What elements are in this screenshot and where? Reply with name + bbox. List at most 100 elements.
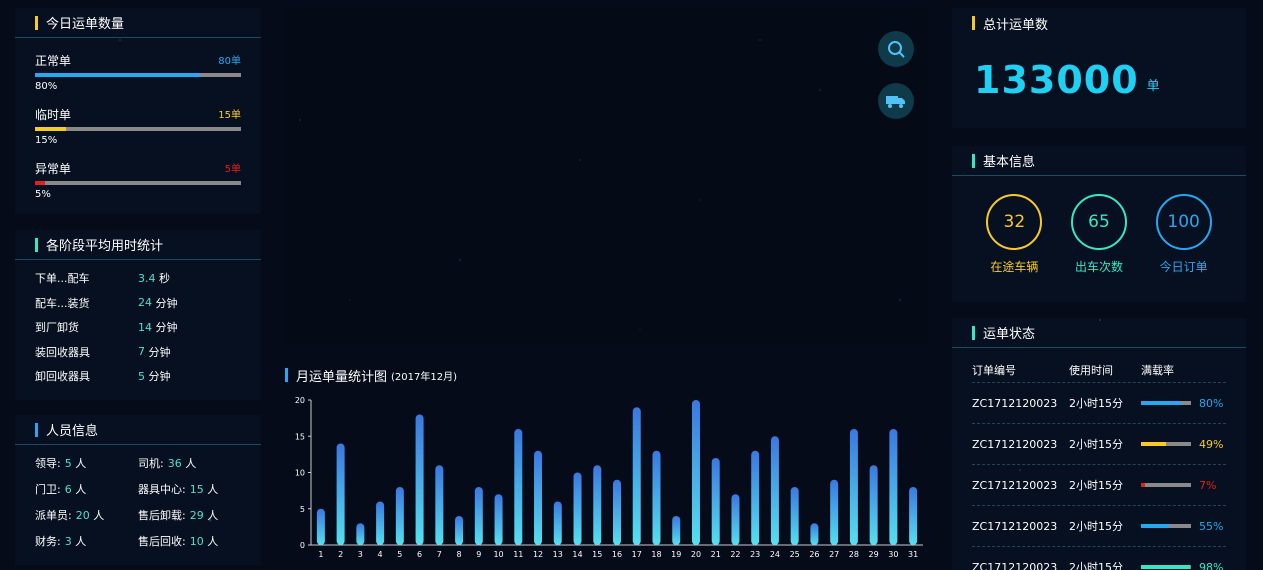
status-row[interactable]: ZC1712120023 2小时15分 98% <box>972 547 1226 570</box>
load-rate-fill <box>1141 565 1190 569</box>
bar[interactable] <box>455 516 464 545</box>
stage-unit: 分钟 <box>145 370 171 384</box>
bar[interactable] <box>376 501 385 546</box>
bar[interactable] <box>889 429 898 545</box>
bar[interactable] <box>316 508 325 545</box>
bar[interactable] <box>494 494 503 545</box>
bar[interactable] <box>632 407 641 545</box>
order-type-name: 正常单 <box>35 54 72 68</box>
people-role: 领导: <box>35 457 61 470</box>
load-rate-track <box>1141 483 1191 487</box>
bar[interactable] <box>652 450 661 545</box>
map-area[interactable] <box>283 8 928 344</box>
vehicle-button[interactable] <box>878 83 914 119</box>
status-row[interactable]: ZC1712120023 2小时15分 55% <box>972 506 1226 547</box>
load-rate-fill <box>1141 524 1169 528</box>
y-tick-label: 10 <box>295 469 305 478</box>
chart-subtitle: (2017年12月) <box>391 371 457 383</box>
order-type-percent: 5% <box>35 189 51 200</box>
status-row[interactable]: ZC1712120023 2小时15分 49% <box>972 424 1226 465</box>
basic-info-panel: 基本信息 32 在途车辆 65 出车次数 100 今日订单 <box>952 146 1246 302</box>
x-tick-label: 19 <box>671 550 681 559</box>
stage-time-title: 各阶段平均用时统计 <box>15 230 261 260</box>
x-tick-label: 24 <box>770 550 780 559</box>
x-tick-label: 25 <box>790 550 800 559</box>
people-role: 司机: <box>138 457 164 470</box>
order-id: ZC1712120023 <box>972 519 1058 533</box>
x-tick-label: 12 <box>533 550 543 559</box>
load-rate-cell: 98% <box>1141 561 1223 570</box>
people-unit: 人 <box>203 535 219 548</box>
bar[interactable] <box>869 465 878 545</box>
stage-unit: 分钟 <box>145 345 171 359</box>
bar[interactable] <box>691 400 700 545</box>
total-orders-unit: 单 <box>1146 79 1160 94</box>
progress-track <box>35 181 241 185</box>
status-row[interactable]: ZC1712120023 2小时15分 7% <box>972 465 1226 506</box>
x-tick-label: 9 <box>476 550 481 559</box>
bar[interactable] <box>514 429 523 545</box>
people-panel: 人员信息 领导: 5 人司机: 36 人门卫: 6 人器具中心: 15 人派单员: 20 … <box>15 415 261 565</box>
order-type-percent: 80% <box>35 81 58 92</box>
bar[interactable] <box>613 479 621 545</box>
bar[interactable] <box>810 523 819 545</box>
bar[interactable] <box>593 465 602 545</box>
load-rate-cell: 80% <box>1141 397 1223 410</box>
bar[interactable] <box>830 479 839 545</box>
bar[interactable] <box>731 494 740 545</box>
y-tick-label: 20 <box>295 396 305 405</box>
bar[interactable] <box>474 487 483 545</box>
people-item: 派单员: 20 人 <box>35 507 138 523</box>
people-count: 3 <box>64 535 72 548</box>
stage-name: 卸回收器具 <box>35 370 90 384</box>
order-id: ZC1712120023 <box>972 396 1058 410</box>
bar[interactable] <box>356 523 365 545</box>
total-orders-panel: 总计运单数 133000 单 <box>952 8 1246 128</box>
people-item: 领导: 5 人 <box>35 455 138 471</box>
load-rate-cell: 49% <box>1141 438 1223 451</box>
bar[interactable] <box>672 516 681 545</box>
load-rate-fill <box>1141 483 1145 487</box>
bar[interactable] <box>790 487 799 545</box>
x-tick-label: 10 <box>493 550 503 559</box>
people-item: 售后回收: 10 人 <box>138 533 241 549</box>
x-tick-label: 7 <box>437 550 442 559</box>
stage-row: 下单...配车 3.4 秒 <box>15 266 261 291</box>
header-order-id: 订单编号 <box>972 363 1016 377</box>
x-tick-label: 20 <box>691 550 701 559</box>
bar[interactable] <box>435 465 444 545</box>
people-role: 器具中心: <box>138 483 186 496</box>
stage-name: 下单...配车 <box>35 272 90 286</box>
search-button[interactable] <box>878 31 914 67</box>
x-tick-label: 31 <box>908 550 918 559</box>
stat-ring: 65 出车次数 <box>1070 194 1127 275</box>
x-tick-label: 16 <box>612 550 622 559</box>
bar[interactable] <box>711 458 720 545</box>
progress-track <box>35 127 241 131</box>
bar[interactable] <box>395 487 404 545</box>
bar[interactable] <box>770 436 779 545</box>
people-count: 36 <box>167 457 182 470</box>
bar[interactable] <box>336 443 345 546</box>
stage-name: 到厂卸货 <box>35 321 79 335</box>
people-unit: 人 <box>71 535 87 548</box>
stat-ring-label: 出车次数 <box>1074 260 1123 274</box>
load-rate-value: 55% <box>1199 519 1224 533</box>
bar[interactable] <box>415 414 424 546</box>
bar[interactable] <box>553 501 562 546</box>
status-row[interactable]: ZC1712120023 2小时15分 80% <box>972 383 1226 424</box>
chart-title: 月运单量统计图 <box>296 369 388 385</box>
load-rate-value: 98% <box>1199 560 1224 570</box>
stage-value: 14 <box>138 320 152 334</box>
stage-value: 7 <box>138 345 145 359</box>
people-item: 财务: 3 人 <box>35 533 138 549</box>
people-count: 20 <box>75 509 90 522</box>
bar[interactable] <box>909 487 918 545</box>
bar[interactable] <box>849 429 858 545</box>
bar[interactable] <box>534 450 543 545</box>
bar[interactable] <box>573 472 582 546</box>
bar[interactable] <box>751 450 760 545</box>
people-unit: 人 <box>71 483 87 496</box>
stage-unit: 分钟 <box>152 321 178 335</box>
load-rate-track <box>1141 565 1191 569</box>
